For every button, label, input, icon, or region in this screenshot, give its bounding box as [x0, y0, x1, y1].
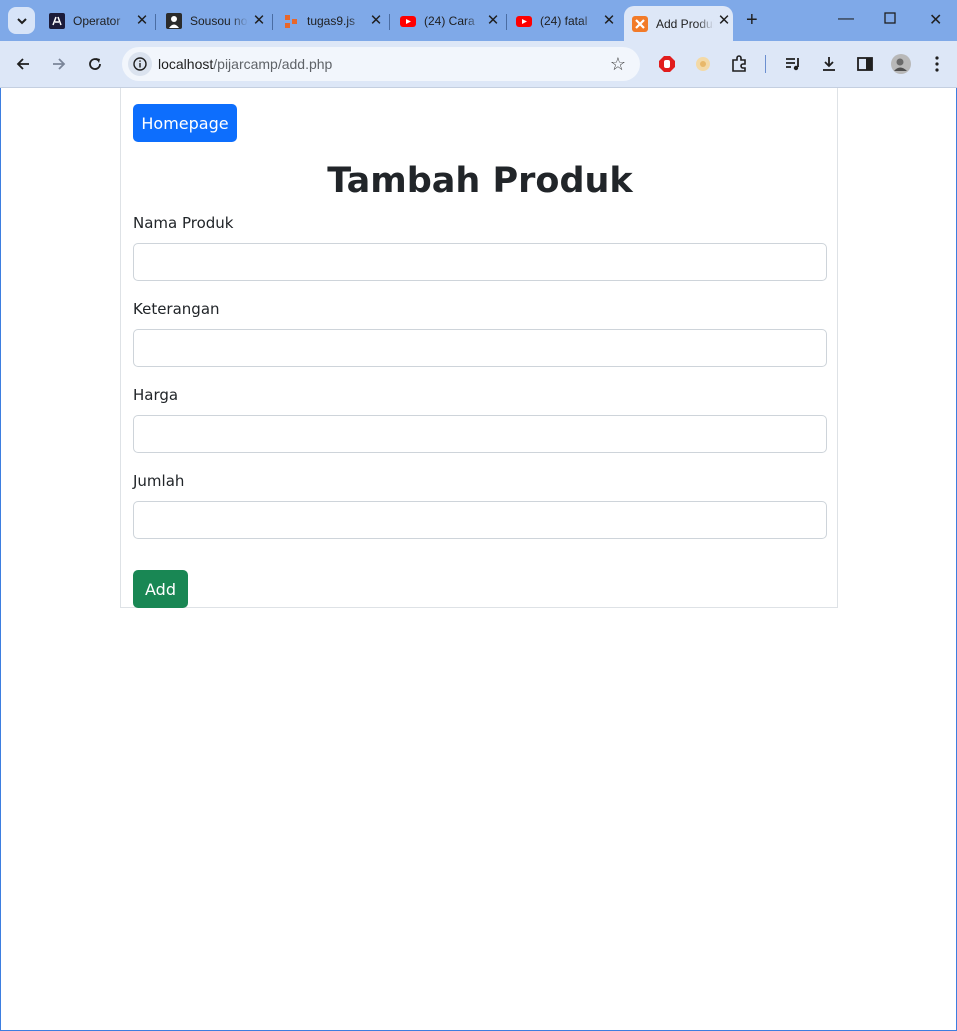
tab-separator [272, 14, 273, 30]
minimize-icon[interactable]: — [838, 10, 854, 28]
jumlah-input[interactable] [133, 501, 827, 539]
side-panel-icon[interactable] [854, 53, 876, 75]
tab-title: (24) fatal [540, 14, 588, 28]
diagram-icon [283, 13, 299, 29]
nama-produk-input[interactable] [133, 243, 827, 281]
close-icon[interactable]: ✕ [486, 13, 500, 28]
url-path: /pijarcamp/add.php [213, 56, 333, 72]
url-host: localhost [158, 56, 214, 72]
tab-sousou[interactable]: Sousou no ✕ [166, 6, 266, 36]
new-tab-button[interactable]: + [746, 10, 758, 30]
harga-label: Harga [133, 386, 179, 404]
tab-strip: Operator ✕ Sousou no ✕ tugas9.js ✕ (24) … [0, 0, 957, 41]
tab-title: Add Produk [656, 16, 714, 31]
close-icon[interactable]: ✕ [717, 13, 731, 28]
close-icon[interactable]: ✕ [252, 13, 266, 28]
tab-youtube-fatal[interactable]: (24) fatal ✕ [516, 6, 616, 36]
toolbar-divider [765, 55, 766, 73]
extension-sun-icon[interactable] [692, 53, 714, 75]
download-icon[interactable] [818, 53, 840, 75]
keterangan-input[interactable] [133, 329, 827, 367]
back-icon[interactable] [13, 54, 33, 74]
adblock-icon[interactable] [656, 53, 678, 75]
person-icon [166, 13, 182, 29]
add-button[interactable]: Add [133, 570, 188, 608]
close-icon[interactable]: ✕ [135, 13, 149, 28]
close-icon[interactable]: ✕ [369, 13, 383, 28]
laravel-icon [49, 13, 65, 29]
keterangan-label: Keterangan [133, 300, 220, 318]
reload-icon[interactable] [85, 54, 105, 74]
xampp-icon [632, 15, 648, 32]
profile-avatar[interactable] [890, 53, 912, 75]
address-bar[interactable]: localhost/pijarcamp/add.php ☆ [122, 47, 640, 81]
jumlah-label: Jumlah [133, 472, 185, 490]
tab-separator [389, 14, 390, 30]
tab-title: Operator [73, 14, 121, 28]
page-title: Tambah Produk [327, 161, 633, 201]
url-text[interactable]: localhost/pijarcamp/add.php [158, 56, 332, 72]
tab-separator [506, 14, 507, 30]
homepage-button[interactable]: Homepage [133, 104, 237, 142]
youtube-icon [516, 13, 532, 29]
youtube-icon [400, 13, 416, 29]
media-control-icon[interactable] [782, 53, 804, 75]
bookmark-star-icon[interactable]: ☆ [610, 54, 626, 75]
browser-toolbar: localhost/pijarcamp/add.php ☆ [0, 41, 957, 88]
nama-produk-label: Nama Produk [133, 214, 234, 232]
tab-search-button[interactable] [8, 7, 35, 34]
tab-title: tugas9.js [307, 14, 356, 28]
window-close-icon[interactable]: ✕ [929, 10, 942, 30]
harga-input[interactable] [133, 415, 827, 453]
tab-add-produk[interactable]: Add Produk ✕ [624, 6, 733, 41]
close-icon[interactable]: ✕ [602, 13, 616, 28]
tab-separator [155, 14, 156, 30]
tab-title: Sousou no [190, 14, 248, 28]
forward-icon[interactable] [49, 54, 69, 74]
form-container: Homepage Tambah Produk Nama Produk Keter… [120, 88, 838, 608]
site-info-icon[interactable] [128, 52, 152, 76]
maximize-icon[interactable] [884, 11, 896, 29]
chevron-down-icon [16, 17, 27, 24]
extensions-puzzle-icon[interactable] [728, 53, 750, 75]
tab-tugas9[interactable]: tugas9.js ✕ [283, 6, 383, 36]
tab-operator[interactable]: Operator ✕ [49, 6, 149, 36]
kebab-menu-icon[interactable] [926, 53, 948, 75]
tab-title: (24) Cara [424, 14, 475, 28]
tab-youtube-cara[interactable]: (24) Cara ✕ [400, 6, 500, 36]
